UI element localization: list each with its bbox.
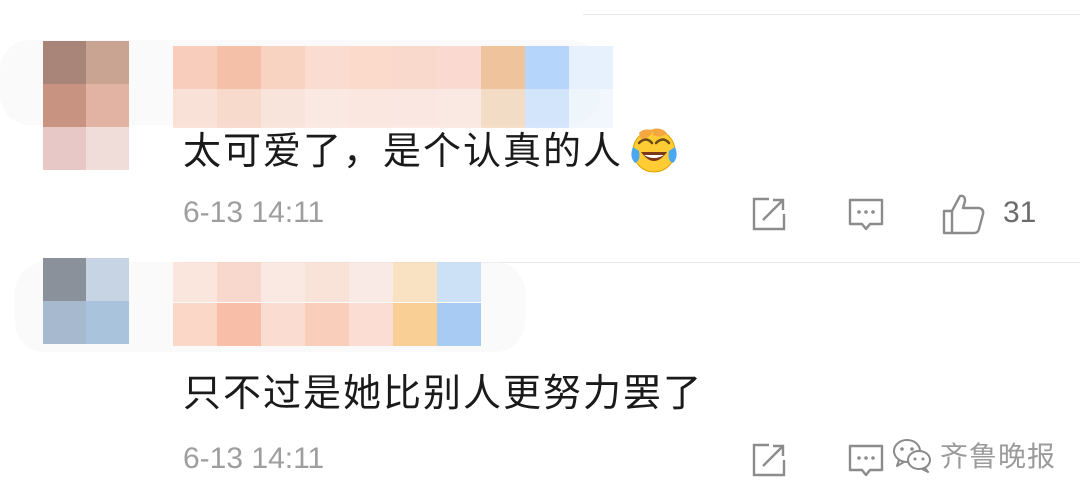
watermark: 齐鲁晚报	[892, 433, 1056, 477]
username-pixel	[349, 303, 393, 346]
avatar-pixel	[43, 258, 86, 301]
username-pixel	[217, 262, 261, 302]
username-pixel	[349, 262, 393, 302]
username-pixel	[261, 262, 305, 302]
wechat-icon	[893, 439, 931, 473]
username[interactable]	[173, 303, 481, 346]
avatar-pixel	[43, 301, 86, 344]
username-pixel	[437, 303, 481, 346]
username-pixel	[305, 303, 349, 346]
username-pixel	[393, 262, 437, 302]
avatar-pixel	[86, 258, 129, 301]
share-icon[interactable]	[749, 440, 789, 480]
avatar-pixel	[86, 301, 129, 344]
username-blur	[173, 262, 481, 302]
avatar[interactable]	[43, 258, 129, 344]
username-pixel	[393, 303, 437, 346]
comment-item-content: 只不过是她比别人更努力罢了 6-13 14:11	[0, 0, 1080, 477]
username-pixel	[217, 303, 261, 346]
comment-text: 只不过是她比别人更努力罢了	[183, 371, 704, 415]
username-pixel	[261, 303, 305, 346]
watermark-text: 齐鲁晚报	[940, 440, 1057, 473]
username-pixel	[173, 262, 217, 302]
username-pixel	[437, 262, 481, 302]
timestamp: 6-13 14:11	[183, 442, 325, 475]
username-pixel	[173, 303, 217, 346]
username-pixel	[305, 262, 349, 302]
comment-icon[interactable]	[846, 440, 886, 480]
